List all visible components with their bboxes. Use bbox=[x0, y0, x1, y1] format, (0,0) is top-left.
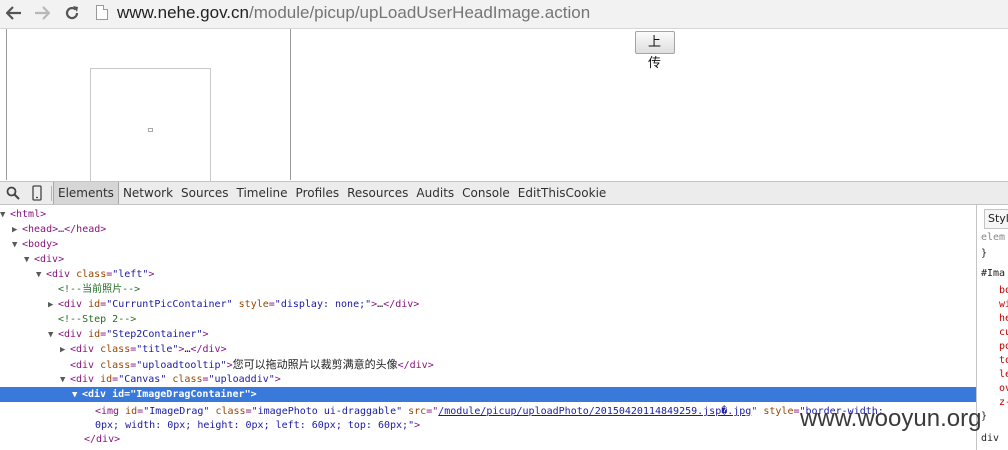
tag-text: </div> bbox=[84, 434, 121, 445]
collapse-arrow-icon[interactable]: ▶ bbox=[12, 223, 22, 238]
styles-rule-close: } bbox=[981, 411, 988, 422]
tag-text: <body> bbox=[22, 239, 59, 250]
style-prop[interactable]: he bbox=[999, 313, 1008, 324]
text-node: 您可以拖动照片以裁剪满意的头像 bbox=[232, 358, 398, 371]
attr-value: "imagePhoto ui-draggable" bbox=[251, 406, 403, 417]
tab-console[interactable]: Console bbox=[458, 182, 514, 204]
tree-node-current-pic-container[interactable]: ▶ <div id="CurruntPicContainer" style="di… bbox=[48, 297, 419, 312]
tag-text: <html> bbox=[10, 209, 47, 220]
tree-node-head[interactable]: ▶ <head>…</head> bbox=[12, 222, 106, 237]
tab-network[interactable]: Network bbox=[119, 182, 177, 204]
devtools-toolbar: Elements Network Sources Timeline Profil… bbox=[0, 181, 1008, 205]
tree-node-html[interactable]: ▼ <html> bbox=[0, 207, 46, 222]
photo-preview-box bbox=[90, 68, 211, 182]
attr-value: "Step2Container" bbox=[106, 329, 203, 340]
attr-value: "title" bbox=[136, 344, 179, 355]
tree-node-canvas[interactable]: ▼ <div id="Canvas" class="uploaddiv"> bbox=[60, 372, 281, 387]
style-prop[interactable]: ov bbox=[999, 383, 1008, 394]
tree-node-image-drag-container[interactable]: ▼ <div id="ImageDragContainer"> bbox=[72, 387, 257, 402]
comment-text: <!--Step 2--> bbox=[58, 314, 137, 325]
style-prop[interactable]: cu bbox=[999, 327, 1008, 338]
tab-elements[interactable]: Elements bbox=[53, 182, 119, 204]
expand-arrow-icon[interactable]: ▼ bbox=[60, 373, 70, 388]
attr-value: "left" bbox=[112, 269, 149, 280]
tree-node-comment-current-photo[interactable]: <!--当前照片--> bbox=[58, 282, 140, 297]
expand-arrow-icon[interactable]: ▼ bbox=[36, 268, 46, 283]
expand-arrow-icon[interactable]: ▼ bbox=[24, 253, 34, 268]
styles-tab[interactable]: Styl bbox=[984, 209, 1008, 229]
styles-rule-element: elem bbox=[981, 232, 1006, 243]
style-prop[interactable]: bo bbox=[999, 285, 1008, 296]
tab-profiles[interactable]: Profiles bbox=[292, 182, 344, 204]
forward-button[interactable] bbox=[30, 2, 54, 24]
url-host: www.nehe.gov.cn bbox=[117, 3, 249, 22]
collapse-arrow-icon[interactable]: ▶ bbox=[60, 343, 70, 358]
attr-value: "Canvas" bbox=[118, 374, 167, 385]
collapse-arrow-icon[interactable]: ▶ bbox=[48, 298, 58, 313]
attr-value: "CurruntPicContainer" bbox=[106, 299, 233, 310]
tree-node-title[interactable]: ▶ <div class="title">…</div> bbox=[60, 342, 227, 357]
attr-value: "ImageDrag" bbox=[143, 406, 210, 417]
tab-resources[interactable]: Resources bbox=[343, 182, 412, 204]
styles-rule-close: } bbox=[981, 248, 988, 259]
upload-button[interactable]: 上 传 bbox=[635, 31, 675, 71]
tag-text: <head>…</head> bbox=[22, 224, 107, 235]
tab-sources[interactable]: Sources bbox=[177, 182, 232, 204]
tree-node-step2-container[interactable]: ▼ <div id="Step2Container"> bbox=[48, 327, 209, 342]
device-mode-icon[interactable] bbox=[32, 185, 42, 201]
photo-panel bbox=[6, 29, 291, 182]
tree-node-div-left[interactable]: ▼ <div class="left"> bbox=[36, 267, 154, 282]
search-icon[interactable] bbox=[6, 186, 20, 200]
attr-value: "uploadtooltip" bbox=[136, 360, 227, 371]
tree-node-img[interactable]: <img id="ImageDrag" class="imagePhoto ui… bbox=[95, 404, 884, 419]
tab-editthiscookie[interactable]: EditThisCookie bbox=[514, 182, 611, 204]
page-content: 上 传 bbox=[0, 29, 1008, 182]
tree-node-img-continued: 0px; width: 0px; height: 0px; left: 60px… bbox=[95, 420, 421, 431]
styles-rule-selector: #Ima bbox=[981, 268, 1006, 279]
forward-arrow-icon bbox=[35, 6, 50, 20]
reload-icon bbox=[65, 6, 79, 20]
attr-value: "uploaddiv" bbox=[208, 374, 275, 385]
style-prop[interactable]: z- bbox=[999, 397, 1008, 408]
img-src-link[interactable]: /module/picup/uploadPhoto/20150420114849… bbox=[438, 406, 751, 417]
style-prop[interactable]: wi bbox=[999, 299, 1008, 310]
url-path: /module/picup/upLoadUserHeadImage.action bbox=[248, 3, 591, 22]
tag-text: <div> bbox=[34, 254, 65, 265]
tree-node-body[interactable]: ▼ <body> bbox=[12, 237, 58, 252]
reload-button[interactable] bbox=[60, 2, 84, 24]
devtools-tabs: Elements Network Sources Timeline Profil… bbox=[53, 182, 610, 204]
styles-footer-breadcrumb[interactable]: div bbox=[981, 433, 999, 444]
expand-arrow-icon[interactable]: ▼ bbox=[12, 238, 22, 253]
tree-node-upload-tooltip[interactable]: <div class="uploadtooltip">您可以拖动照片以裁剪满意的… bbox=[70, 357, 434, 372]
tree-node-close-div[interactable]: </div> bbox=[84, 432, 120, 447]
photo-thumbnail[interactable] bbox=[148, 128, 153, 132]
attr-value: 0px; width: 0px; height: 0px; left: 60px… bbox=[95, 420, 415, 431]
toolbar-divider bbox=[51, 186, 52, 201]
back-button[interactable] bbox=[2, 2, 26, 24]
attr-value: "ImageDragContainer" bbox=[130, 389, 251, 400]
style-prop[interactable]: to bbox=[999, 355, 1008, 366]
style-prop[interactable]: po bbox=[999, 341, 1008, 352]
back-arrow-icon bbox=[6, 6, 21, 20]
comment-text: <!--当前照片--> bbox=[58, 284, 141, 295]
style-prop[interactable]: le bbox=[999, 369, 1008, 380]
address-bar[interactable]: www.nehe.gov.cn/module/picup/upLoadUserH… bbox=[117, 3, 590, 23]
expand-arrow-icon[interactable]: ▼ bbox=[48, 328, 58, 343]
expand-arrow-icon[interactable]: ▼ bbox=[0, 208, 10, 223]
tab-timeline[interactable]: Timeline bbox=[233, 182, 292, 204]
expand-arrow-icon[interactable]: ▼ bbox=[72, 388, 82, 403]
watermark: www.wooyun.org bbox=[800, 405, 982, 432]
tree-node-div[interactable]: ▼ <div> bbox=[24, 252, 64, 267]
tree-node-comment-step2[interactable]: <!--Step 2--> bbox=[58, 312, 136, 327]
attr-value: "display: none;" bbox=[274, 299, 372, 310]
browser-toolbar: www.nehe.gov.cn/module/picup/upLoadUserH… bbox=[0, 0, 1008, 29]
tab-audits[interactable]: Audits bbox=[412, 182, 458, 204]
page-icon bbox=[96, 5, 108, 20]
